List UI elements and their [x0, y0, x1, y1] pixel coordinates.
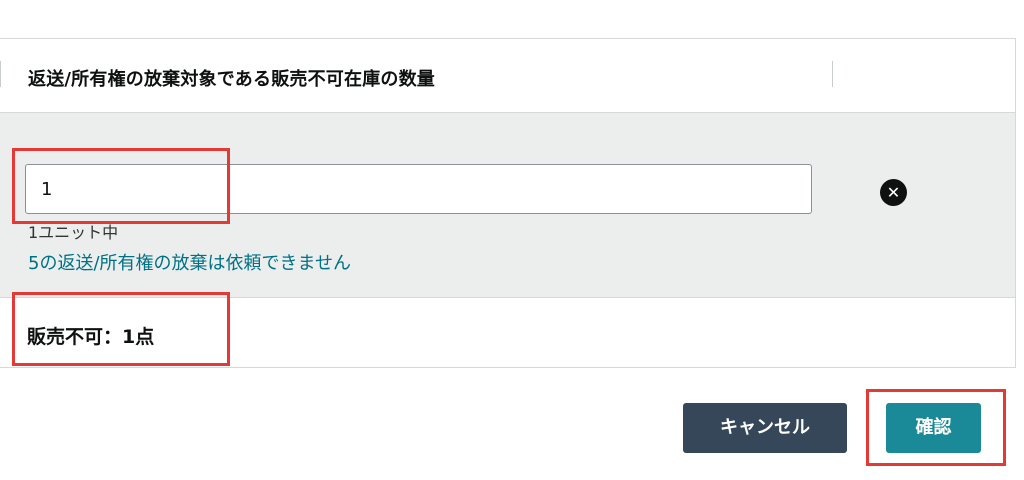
removal-quantity-panel: 返送/所有権の放棄対象である販売不可在庫の数量 ✕ 1ユニット中 5の返送/所有… [0, 38, 1016, 368]
column-divider [832, 61, 833, 87]
summary-row: 販売不可：1点 [0, 298, 1015, 368]
cannot-request-link[interactable]: 5の返送/所有権の放棄は依頼できません [28, 249, 351, 275]
unsellable-count-summary: 販売不可：1点 [27, 326, 155, 348]
column-divider [0, 61, 1, 87]
remove-circle-icon[interactable]: ✕ [880, 179, 907, 206]
table-header: 返送/所有権の放棄対象である販売不可在庫の数量 [0, 39, 1015, 113]
units-available-text: 1ユニット中 [28, 223, 119, 242]
column-header-title: 返送/所有権の放棄対象である販売不可在庫の数量 [28, 69, 435, 90]
quantity-input[interactable] [25, 164, 812, 214]
cancel-button[interactable]: キャンセル [683, 403, 847, 453]
confirm-button[interactable]: 確認 [886, 403, 981, 453]
table-row: ✕ 1ユニット中 5の返送/所有権の放棄は依頼できません [0, 113, 1015, 298]
